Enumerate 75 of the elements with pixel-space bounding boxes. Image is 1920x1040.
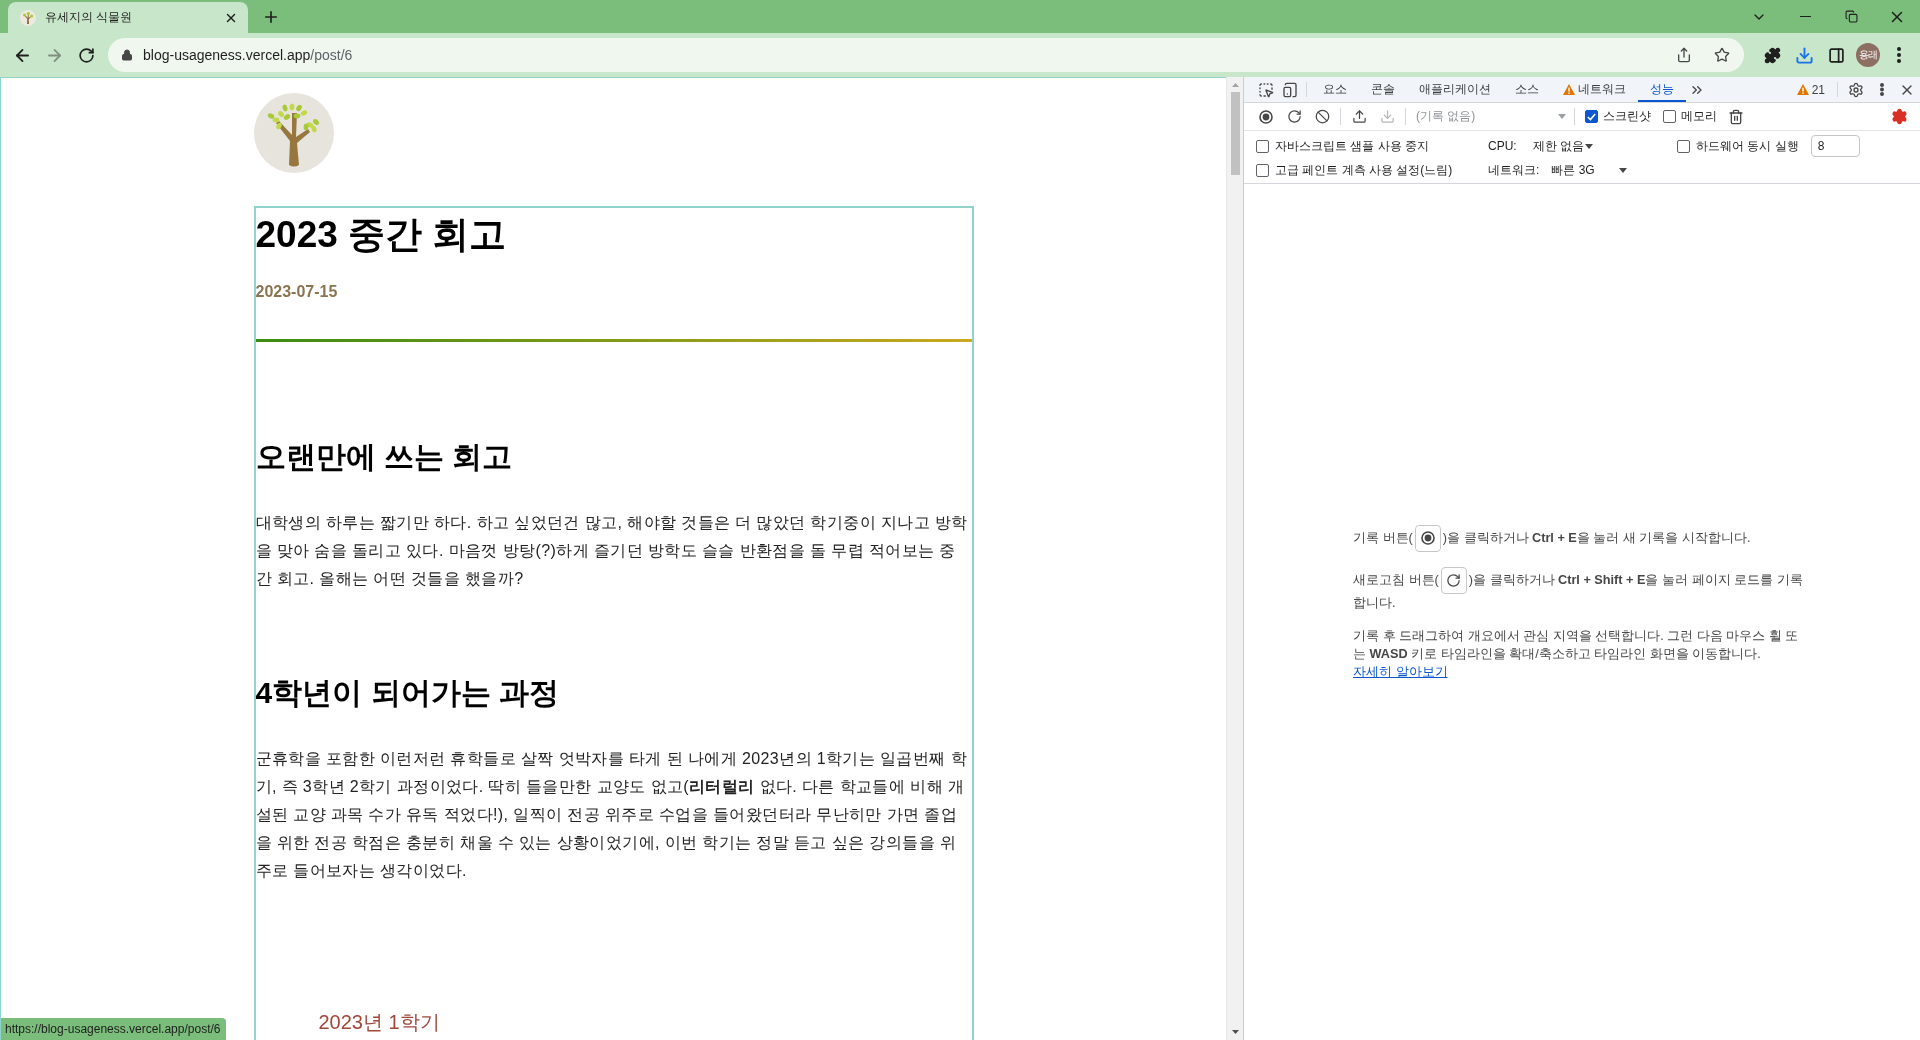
profile-avatar[interactable]: 용래 bbox=[1856, 43, 1880, 67]
reload-icon bbox=[77, 46, 95, 64]
section-heading: 4학년이 되어가는 과정 bbox=[255, 675, 559, 711]
tree-logo-icon bbox=[253, 93, 334, 173]
devtools-tab[interactable]: 성능 bbox=[1638, 77, 1686, 102]
inspect-icon bbox=[1258, 81, 1274, 98]
reload-icon bbox=[1446, 572, 1462, 588]
devtools-tab[interactable]: 애플리케이션 bbox=[1407, 77, 1503, 102]
share-icon bbox=[1676, 47, 1692, 63]
device-icon bbox=[1282, 81, 1298, 98]
tree-favicon-icon bbox=[20, 9, 36, 26]
record-icon bbox=[1259, 109, 1273, 124]
settings-icon bbox=[1848, 81, 1864, 98]
checkbox-label[interactable]: 하드웨어 동시 실행 bbox=[1696, 137, 1799, 155]
settings-icon bbox=[1890, 108, 1908, 125]
record-button[interactable] bbox=[1414, 524, 1441, 552]
devtools-tab[interactable]: 네트워크 bbox=[1551, 77, 1638, 102]
section-heading: 오랜만에 쓰는 회고 bbox=[255, 439, 513, 475]
warning-icon bbox=[1563, 84, 1575, 95]
checkbox[interactable] bbox=[1585, 110, 1598, 123]
paragraph-text: 대학생의 하루는 짧기만 하다. 하고 싶었던건 많고, 해야할 것들은 더 많았던 학기중이 지나고 방학을 맞아 숨을 돌리고 있다. 마음껏 방탕(?)하게 즐기던 방학도 슬슬 반환점을 돌 무렵 적어보는 중간 회고. 올해는 어떤 것들을 했을까? bbox=[255, 513, 969, 589]
checkmark-icon bbox=[1587, 112, 1596, 121]
clear-icon bbox=[1314, 109, 1330, 124]
warning-icon bbox=[1796, 84, 1809, 95]
scrollbar-thumb[interactable] bbox=[1230, 92, 1240, 175]
cpu-throttle-select[interactable]: 제한 없음 bbox=[1526, 135, 1597, 157]
hint-text: 기록 후 드래그하여 개요에서 관심 지역을 선택합니다. 그런 다음 마우스 휠 또는 WASD 키로 타임라인을 확대/축소하고 타임라인 화면을 이동합니다. 자세히 알아보기 bbox=[1353, 627, 1800, 681]
reload-button[interactable] bbox=[1440, 566, 1467, 594]
network-label: 네트워크: bbox=[1488, 161, 1540, 179]
cpu-label: CPU: bbox=[1488, 139, 1517, 153]
post-date: 2023-07-15 bbox=[255, 282, 338, 302]
puzzle-icon bbox=[1763, 46, 1781, 64]
download-icon bbox=[1379, 109, 1395, 124]
checkbox[interactable] bbox=[1663, 110, 1676, 123]
star-icon bbox=[1714, 47, 1730, 63]
devtools-tab[interactable]: 요소 bbox=[1311, 77, 1359, 102]
download-icon bbox=[1794, 45, 1814, 65]
section-subheading: 2023년 1학기 bbox=[318, 1010, 440, 1035]
paragraph-text: 군휴학을 포함한 이런저런 휴학들로 살짝 엇박자를 타게 된 나에게 2023년의 1학기는 일곱번째 학기, 즉 3학년 2학기 과정이었다. 딱히 들을만한 교양도 없고(리터럴리 없다. 다른 학교들에 비해 개설된 교양 과목 수가 유독 적었다!), 일찍이 전공 위주로 수업을 들어왔던터라 무난히만 가면 졸업을 위한 전공 학점은 충분히 채울 수 있는 상황이었기에, 이번 학기는 정말 듣고 싶은 강의들을 위주로 들어보자는 생각이었다. bbox=[255, 749, 968, 881]
caret-icon bbox=[1584, 143, 1593, 149]
caret-icon bbox=[1558, 114, 1566, 119]
checkbox[interactable] bbox=[1677, 139, 1690, 153]
side-panel-icon bbox=[1827, 46, 1845, 64]
devtools-tab[interactable]: 콘솔 bbox=[1359, 77, 1407, 102]
lock-icon bbox=[121, 49, 133, 61]
trash-icon bbox=[1728, 108, 1744, 125]
page-scrollbar[interactable] bbox=[1226, 77, 1243, 1040]
checkbox-label[interactable]: 자바스크립트 샘플 사용 중지 bbox=[1275, 137, 1429, 155]
checkbox[interactable] bbox=[1256, 139, 1269, 153]
hint-text: 기록 버튼( )을 클릭하거나 Ctrl + E을 눌러 새 기록을 시작합니다. bbox=[1353, 524, 1811, 552]
browser-tab[interactable]: 유세지의 식물원 bbox=[8, 2, 248, 33]
hint-text: 새로고침 버튼( )을 클릭하거나 Ctrl + Shift + E을 눌러 페이지 로드를 기록합니다. bbox=[1353, 566, 1811, 612]
more-vertical-icon bbox=[1897, 47, 1901, 63]
concurrency-input[interactable]: 8 bbox=[1810, 135, 1860, 157]
reload-icon bbox=[1286, 109, 1302, 124]
scroll-down-arrow-icon[interactable] bbox=[1231, 1030, 1239, 1034]
url-text: blog-usageness.vercel.app/post/6 bbox=[143, 47, 354, 63]
record-icon bbox=[1420, 531, 1435, 545]
learn-more-link[interactable]: 자세히 알아보기 bbox=[1353, 664, 1448, 679]
checkbox-label[interactable]: 고급 페인트 계측 사용 설정(느림) bbox=[1275, 161, 1453, 179]
upload-icon bbox=[1351, 109, 1367, 124]
address-field[interactable]: blog-usageness.vercel.app/post/6 bbox=[108, 38, 1744, 72]
plus-icon bbox=[262, 8, 280, 26]
network-throttle-select[interactable]: 빠른 3G bbox=[1545, 159, 1632, 181]
minimize-icon bbox=[1799, 15, 1811, 18]
status-url: https://blog-usageness.vercel.app/post/6 bbox=[1, 1018, 227, 1040]
issues-button[interactable]: 21 bbox=[1788, 77, 1833, 102]
post-title: 2023 중간 회고 bbox=[255, 213, 507, 257]
checkbox-label[interactable]: 스크린샷 bbox=[1603, 108, 1651, 125]
checkbox[interactable] bbox=[1256, 163, 1269, 177]
checkbox-label[interactable]: 메모리 bbox=[1681, 108, 1717, 125]
devtools-tab[interactable]: 소스 bbox=[1503, 77, 1551, 102]
caret-icon bbox=[1619, 167, 1628, 173]
more-vertical-icon bbox=[1880, 83, 1884, 96]
restore-icon bbox=[1844, 10, 1858, 23]
